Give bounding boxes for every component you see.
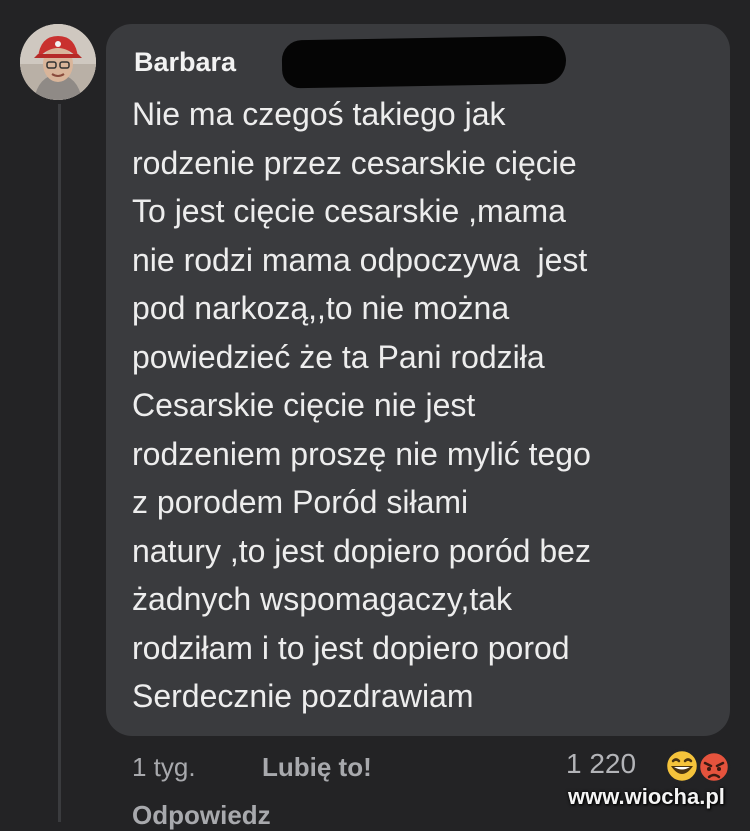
comment-line: z porodem Poród siłami — [132, 484, 469, 520]
angry-emoji-icon — [697, 750, 731, 784]
comment-line: rodzeniem proszę nie mylić tego — [132, 435, 591, 472]
comment-text: Nie ma czegoś takiego jak rodzenie przez… — [132, 90, 722, 721]
watermark: www.wiocha.pl — [568, 784, 725, 809]
reply-button[interactable]: Odpowiedz — [132, 800, 271, 831]
comment-line: rodzenie przez cesarskie cięcie — [132, 144, 577, 181]
avatar-image — [20, 24, 96, 100]
comment-line: Cesarskie cięcie nie jest — [132, 387, 476, 423]
comment-line: rodziłam i to jest dopiero porod — [132, 629, 570, 666]
author-row: Barbara — [134, 35, 567, 89]
comment-line: pod narkozą,,to nie można — [132, 290, 510, 326]
author-name[interactable]: Barbara — [134, 44, 236, 80]
comment-line: Serdecznie pozdrawiam — [132, 678, 474, 714]
comment-line: powiedzieć że ta Pani rodziła — [132, 338, 545, 375]
reaction-count[interactable]: 1 220 — [566, 748, 636, 780]
timestamp[interactable]: 1 tyg. — [132, 752, 196, 783]
comment-line: To jest cięcie cesarskie ,mama — [132, 193, 566, 229]
comment-line: nie rodzi mama odpoczywa jest — [132, 241, 588, 278]
comment-line: natury ,to jest dopiero poród bez — [132, 532, 591, 569]
avatar[interactable] — [20, 24, 96, 100]
comment-line: Nie ma czegoś takiego jak — [132, 96, 506, 132]
comment-bubble: Barbara Nie ma czegoś takiego jak rodzen… — [106, 24, 730, 736]
laughing-emoji-icon — [664, 748, 700, 784]
comment-line: żadnych wspomagaczy,tak — [132, 581, 513, 617]
reactions[interactable] — [664, 748, 736, 784]
thread-line — [58, 104, 61, 822]
like-button[interactable]: Lubię to! — [262, 752, 372, 783]
redaction-mark — [281, 35, 567, 89]
